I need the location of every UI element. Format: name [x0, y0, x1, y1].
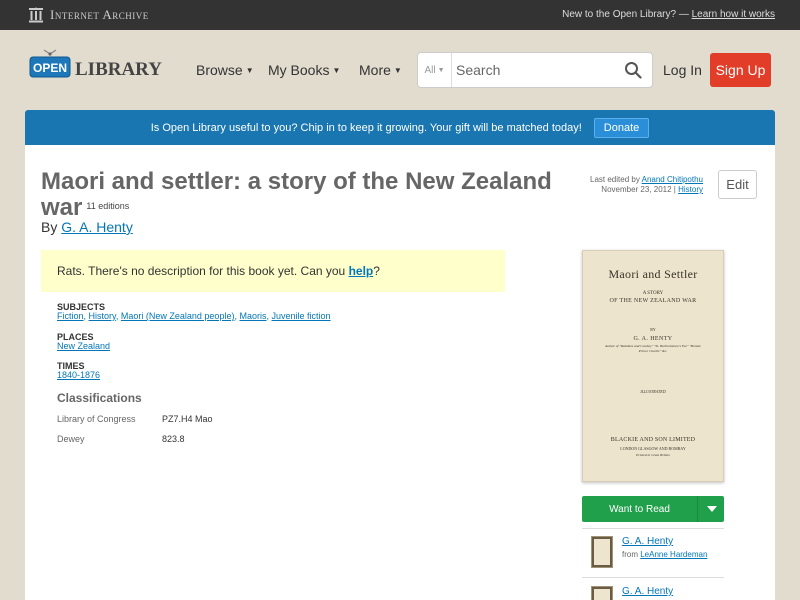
divider: [582, 528, 724, 529]
list-item[interactable]: G. A. Henty from LeAnne Hardeman: [582, 536, 724, 572]
no-description-notice: Rats. There's no description for this bo…: [41, 250, 505, 292]
history-link[interactable]: History: [678, 185, 703, 194]
place-link[interactable]: New Zealand: [57, 341, 110, 351]
no-description-end: ?: [373, 264, 380, 278]
help-link[interactable]: help: [349, 264, 374, 278]
learn-how-link[interactable]: Learn how it works: [692, 9, 775, 20]
logo-open-text: OPEN: [33, 61, 67, 75]
search-bar: All ▼: [417, 52, 653, 88]
nav-my-books[interactable]: My Books ▼: [268, 62, 340, 78]
list-cover-thumbnail: [591, 536, 613, 568]
cover-subtitle-2: OF THE NEW ZEALAND WAR: [609, 298, 697, 304]
open-library-logo[interactable]: OPEN LIBRARY: [28, 48, 164, 84]
list-name-link[interactable]: G. A. Henty: [622, 536, 673, 547]
last-edited-label: Last edited by: [590, 175, 640, 184]
subject-link[interactable]: Juvenile fiction: [272, 311, 331, 321]
nav-browse[interactable]: Browse ▼: [196, 62, 254, 78]
new-user-text: New to the Open Library? —: [562, 9, 689, 20]
last-edited-date: November 23, 2012: [601, 185, 672, 194]
time-link[interactable]: 1840-1876: [57, 370, 100, 380]
signup-button[interactable]: Sign Up: [710, 53, 771, 87]
donate-button[interactable]: Donate: [593, 117, 650, 138]
nav-more[interactable]: More ▼: [359, 62, 402, 78]
caret-down-icon: [706, 506, 717, 512]
donation-banner: Is Open Library useful to you? Chip in t…: [25, 110, 775, 145]
want-to-read-control: Want to Read: [582, 496, 724, 522]
subject-link[interactable]: Maoris: [239, 311, 266, 321]
list-name-link[interactable]: G. A. Henty: [622, 586, 673, 597]
classification-value: 823.8: [162, 434, 185, 444]
classification-row: Library of Congress PZ7.H4 Mao: [57, 414, 213, 424]
cover-by: BY: [650, 327, 656, 332]
last-edited-user-link[interactable]: Anand Chitipothu: [642, 175, 703, 184]
site-header: OPEN LIBRARY Browse ▼ My Books ▼ More ▼ All…: [0, 30, 800, 110]
cover-printed: Printed in Great Britain: [636, 453, 670, 457]
cover-subtitle-1: A STORY: [642, 291, 664, 296]
new-user-notice: New to the Open Library? — Learn how it …: [562, 9, 775, 20]
logo-library-text: LIBRARY: [75, 59, 162, 80]
internet-archive-logo-text: Internet Archive: [50, 7, 149, 22]
donation-banner-text: Is Open Library useful to you? Chip in t…: [150, 121, 582, 134]
book-cover[interactable]: Maori and Settler A STORY OF THE NEW ZEA…: [582, 250, 724, 482]
caret-down-icon: ▼: [245, 66, 254, 75]
want-to-read-dropdown[interactable]: [699, 496, 724, 522]
subject-link[interactable]: Maori (New Zealand people): [121, 311, 235, 321]
no-description-text: Rats. There's no description for this bo…: [57, 264, 346, 278]
nav-more-label: More: [359, 62, 391, 78]
search-input[interactable]: [454, 53, 614, 87]
login-link[interactable]: Log In: [663, 62, 702, 78]
search-scope-label: All: [424, 64, 436, 76]
caret-down-icon: ▼: [393, 66, 402, 75]
divider: [582, 577, 724, 578]
list-from-label: from: [622, 550, 638, 559]
nav-my-books-label: My Books: [268, 62, 330, 78]
byline-label: By: [41, 219, 58, 235]
edit-button[interactable]: Edit: [718, 170, 757, 199]
separator: |: [673, 185, 676, 194]
book-title-text: Maori and settler: a story of the New Ze…: [41, 168, 552, 221]
subject-link[interactable]: Fiction: [57, 311, 84, 321]
caret-down-icon: ▼: [332, 66, 341, 75]
cover-illustrated: ILLUSTRATED: [640, 389, 666, 394]
cover-cities: LONDON GLASGOW AND BOMBAY: [620, 446, 686, 451]
search-scope-dropdown[interactable]: All ▼: [418, 53, 452, 87]
book-byline: By G. A. Henty: [41, 219, 133, 235]
editions-count: 11 editions: [86, 201, 130, 211]
list-cover-thumbnail: [591, 586, 613, 600]
list-owner: from LeAnne Hardeman: [622, 550, 707, 559]
internet-archive-icon: [29, 7, 43, 23]
classification-row: Dewey 823.8: [57, 434, 185, 444]
author-link[interactable]: G. A. Henty: [61, 219, 133, 235]
classification-value: PZ7.H4 Mao: [162, 414, 213, 424]
book-title: Maori and settler: a story of the New Ze…: [41, 170, 561, 220]
places-list: New Zealand: [57, 341, 110, 351]
last-edited-info: Last edited by Anand Chitipothu November…: [555, 175, 703, 195]
subjects-list: Fiction, History, Maori (New Zealand peo…: [57, 311, 331, 321]
list-owner-link[interactable]: LeAnne Hardeman: [640, 550, 707, 559]
classification-key: Dewey: [57, 434, 85, 444]
subject-link[interactable]: History: [89, 311, 116, 321]
cover-author-description: Author of "Redskins and Cowboy" "St. Bar…: [605, 344, 701, 353]
main-content: Is Open Library useful to you? Chip in t…: [25, 110, 775, 600]
search-icon[interactable]: [624, 61, 642, 79]
nav-browse-label: Browse: [196, 62, 243, 78]
caret-down-icon: ▼: [437, 66, 445, 74]
internet-archive-logo[interactable]: Internet Archive: [28, 6, 149, 24]
times-list: 1840-1876: [57, 370, 100, 380]
cover-publisher: BLACKIE AND SON LIMITED: [610, 437, 696, 443]
classification-key: Library of Congress: [57, 414, 136, 424]
classifications-heading: Classifications: [57, 391, 142, 405]
internet-archive-bar: Internet Archive New to the Open Library…: [0, 0, 800, 30]
list-item[interactable]: G. A. Henty: [582, 586, 724, 600]
cover-author: G. A. HENTY: [633, 336, 673, 342]
cover-title: Maori and Settler: [608, 267, 698, 281]
want-to-read-button[interactable]: Want to Read: [582, 496, 698, 522]
